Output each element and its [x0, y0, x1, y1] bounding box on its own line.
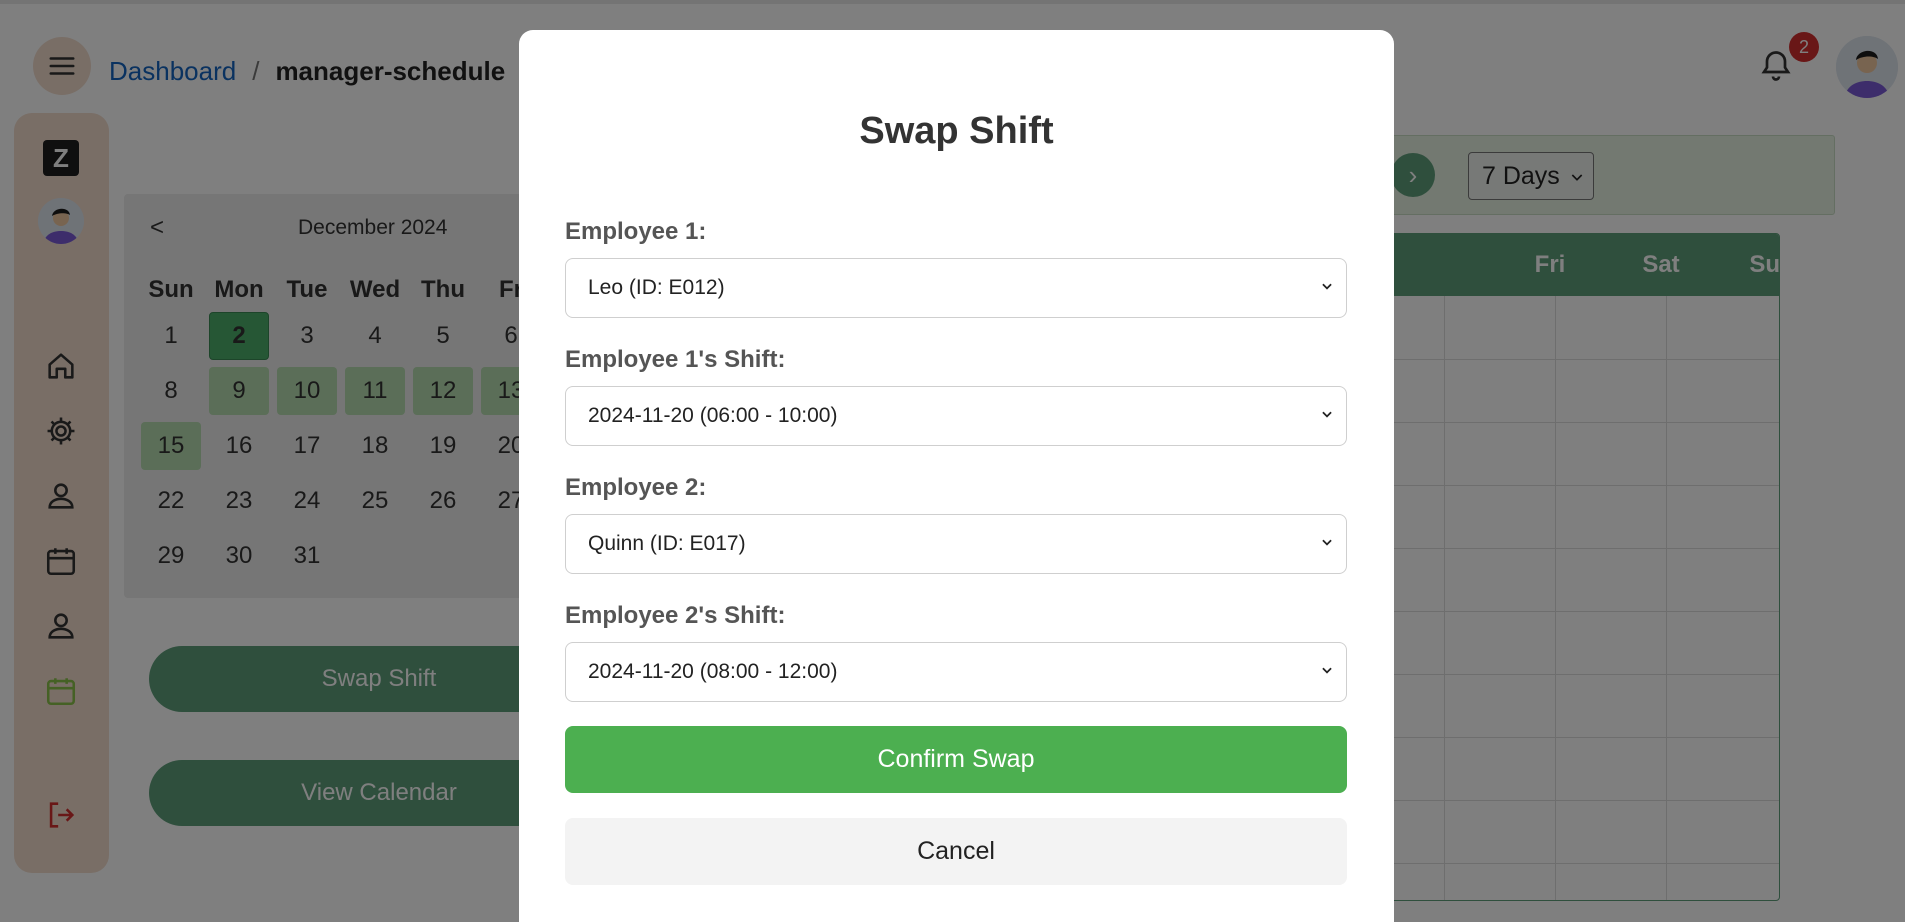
shift2-select[interactable]: 2024-11-20 (08:00 - 12:00)	[565, 642, 1347, 702]
shift1-select-value: 2024-11-20 (06:00 - 10:00)	[588, 404, 838, 427]
shift1-label: Employee 1's Shift:	[565, 346, 786, 373]
cancel-button[interactable]: Cancel	[565, 818, 1347, 885]
chevron-down-icon	[1322, 539, 1332, 546]
shift2-label: Employee 2's Shift:	[565, 602, 786, 629]
chevron-down-icon	[1322, 667, 1332, 674]
employee1-label: Employee 1:	[565, 218, 707, 245]
employee2-select[interactable]: Quinn (ID: E017)	[565, 514, 1347, 574]
employee1-select[interactable]: Leo (ID: E012)	[565, 258, 1347, 318]
employee2-label: Employee 2:	[565, 474, 707, 501]
dialog-title: Swap Shift	[859, 110, 1054, 152]
chevron-down-icon	[1322, 283, 1332, 290]
confirm-swap-button[interactable]: Confirm Swap	[565, 726, 1347, 793]
swap-shift-dialog: Swap Shift Employee 1: Leo (ID: E012) Em…	[519, 30, 1394, 922]
shift2-select-value: 2024-11-20 (08:00 - 12:00)	[588, 660, 838, 683]
employee2-select-value: Quinn (ID: E017)	[588, 532, 746, 555]
employee1-select-value: Leo (ID: E012)	[588, 276, 725, 299]
shift1-select[interactable]: 2024-11-20 (06:00 - 10:00)	[565, 386, 1347, 446]
chevron-down-icon	[1322, 411, 1332, 418]
